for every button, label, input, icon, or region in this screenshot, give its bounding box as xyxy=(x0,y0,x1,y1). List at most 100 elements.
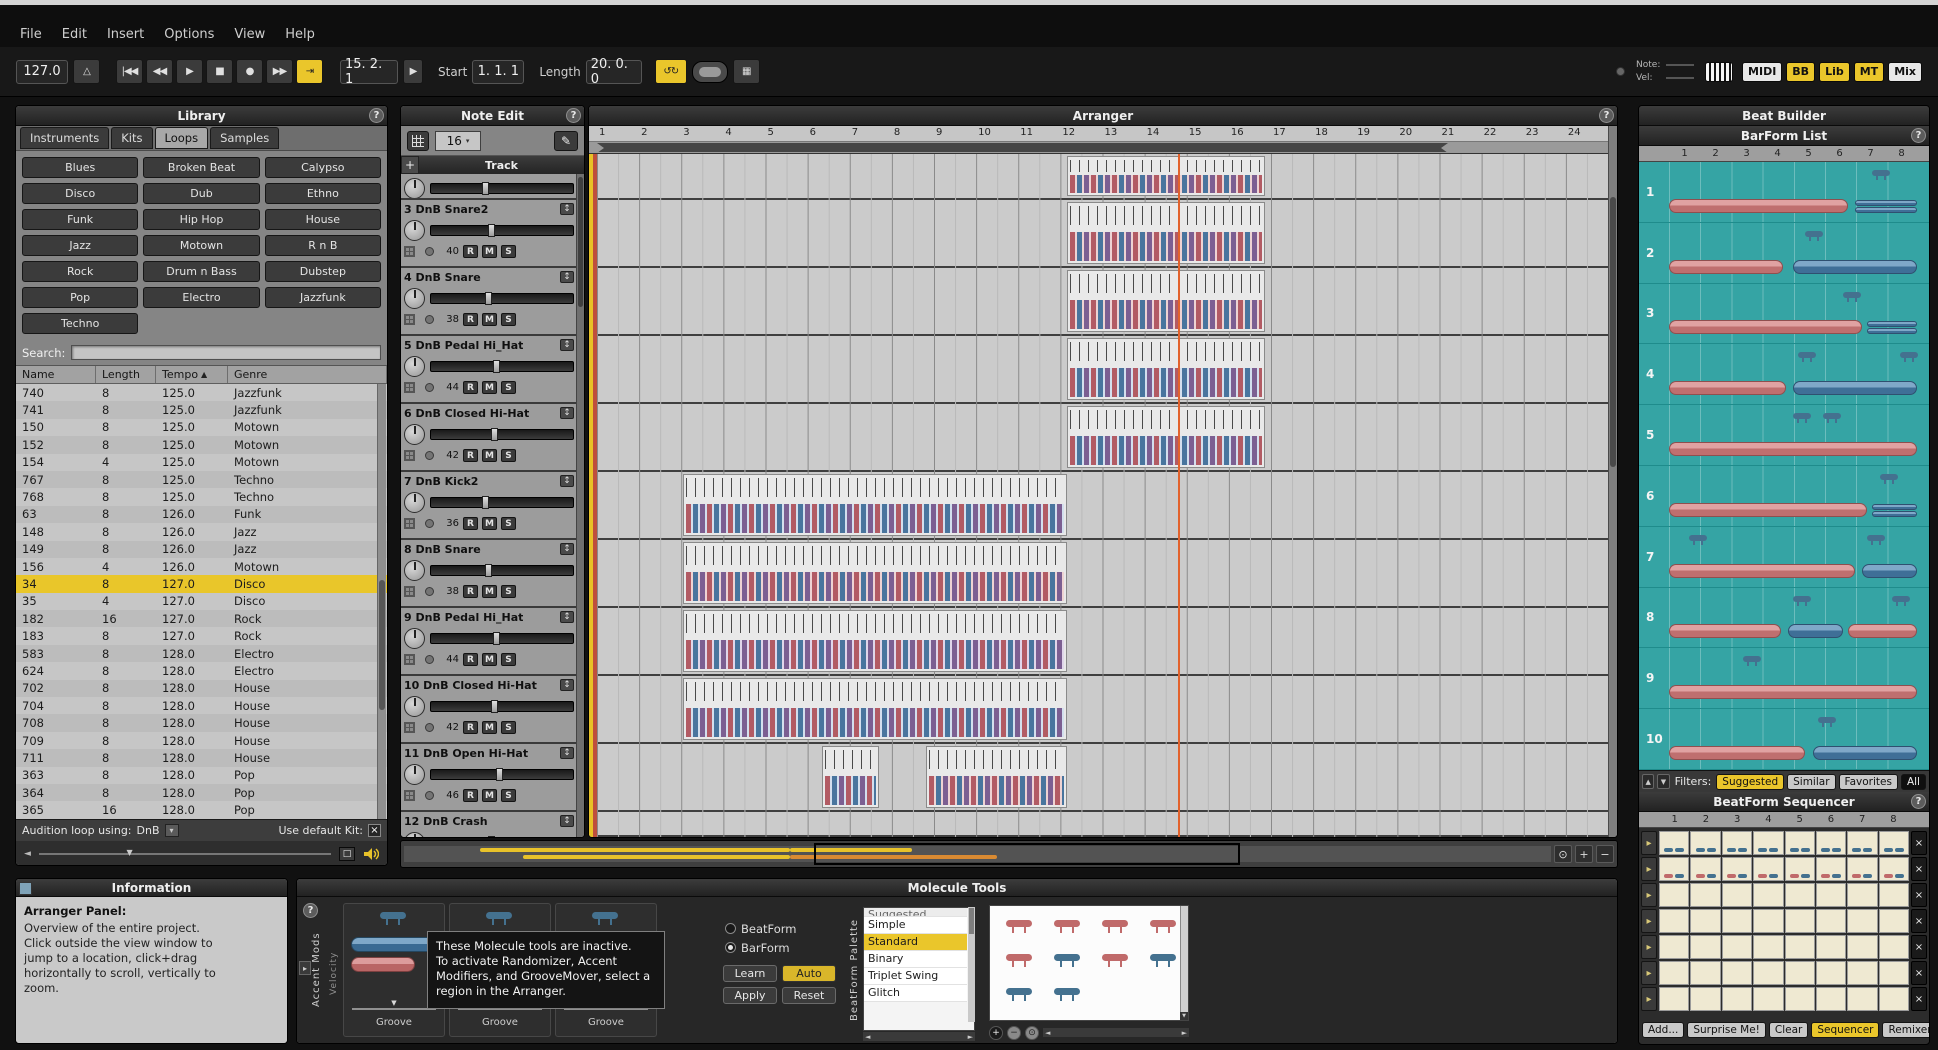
play-button[interactable]: ▶ xyxy=(176,59,203,84)
track-mute-button[interactable]: M xyxy=(482,789,497,802)
sequencer-cell[interactable] xyxy=(1753,831,1784,855)
track-output-icon[interactable]: ↕ xyxy=(560,543,574,555)
genre-calypso[interactable]: Calypso xyxy=(264,157,381,178)
length-display[interactable]: 20. 0. 0 xyxy=(585,57,642,87)
pattern-clip[interactable] xyxy=(683,474,1067,536)
sequencer-cell[interactable] xyxy=(1878,961,1909,985)
sequencer-cell[interactable] xyxy=(1721,883,1753,907)
sequencer-cell[interactable] xyxy=(1659,961,1690,985)
track-record-button[interactable]: R xyxy=(463,789,478,802)
track-volume-slider[interactable] xyxy=(430,767,574,781)
pattern-area[interactable]: ▼ xyxy=(989,905,1189,1021)
count-in-button[interactable]: ▦ xyxy=(732,59,760,84)
loop-row[interactable]: 365 16 128.0 Pop xyxy=(16,801,387,819)
button-apply[interactable]: Apply xyxy=(723,987,777,1004)
loop-row[interactable]: 34 8 127.0 Disco xyxy=(16,575,387,593)
default-kit-checkbox[interactable]: × xyxy=(368,824,381,837)
library-help-icon[interactable]: ? xyxy=(369,108,384,123)
track-solo-button[interactable]: S xyxy=(501,517,516,530)
loop-row[interactable]: 149 8 126.0 Jazz xyxy=(16,540,387,558)
loop-row[interactable]: 740 8 125.0 Jazzfunk xyxy=(16,384,387,402)
track-volume-slider[interactable] xyxy=(430,495,574,509)
sequencer-cell[interactable] xyxy=(1847,831,1878,855)
loop-row[interactable]: 363 8 128.0 Pop xyxy=(16,766,387,784)
track-record-button[interactable]: R xyxy=(463,721,478,734)
track-grid-icon[interactable] xyxy=(404,450,415,461)
sequencer-cell[interactable] xyxy=(1878,883,1909,907)
track-knob[interactable] xyxy=(404,219,425,241)
genre-disco[interactable]: Disco xyxy=(22,183,139,204)
sequencer-cell[interactable] xyxy=(1690,831,1721,855)
track-solo-button[interactable]: S xyxy=(501,653,516,666)
collapse-accent-mods-button[interactable]: ▸ xyxy=(299,961,311,975)
loop-row[interactable]: 709 8 128.0 House xyxy=(16,731,387,750)
pencil-tool-button[interactable]: ✎ xyxy=(554,130,578,151)
sequencer-cell[interactable] xyxy=(1784,961,1815,985)
track-volume-slider[interactable] xyxy=(430,181,574,195)
pattern-scroll-down-icon[interactable]: ▼ xyxy=(1180,1012,1188,1020)
button-surprise-me-[interactable]: Surprise Me! xyxy=(1687,1022,1766,1038)
sequencer-cell[interactable] xyxy=(1690,935,1721,959)
sequencer-cell[interactable] xyxy=(1784,883,1815,907)
sequencer-cell[interactable] xyxy=(1784,935,1815,959)
track-mute-button[interactable]: M xyxy=(482,721,497,734)
sequencer-row-play-button[interactable]: ▸ xyxy=(1641,831,1657,855)
fast-forward-button[interactable]: ▶▶ xyxy=(266,59,293,84)
arranger-help-icon[interactable]: ? xyxy=(1599,108,1614,123)
track-volume-slider[interactable] xyxy=(430,699,574,713)
arranger-grid[interactable] xyxy=(589,154,1608,837)
sequencer-cell[interactable] xyxy=(1847,909,1878,933)
sequencer-cell[interactable] xyxy=(1753,883,1784,907)
column-header-name[interactable]: Name xyxy=(16,366,96,383)
button-learn[interactable]: Learn xyxy=(723,965,777,982)
sequencer-cell[interactable] xyxy=(1878,831,1909,855)
sequencer-cell[interactable] xyxy=(1784,987,1815,1011)
sequencer-cell[interactable] xyxy=(1784,831,1815,855)
filter-similar[interactable]: Similar xyxy=(1787,773,1836,790)
track-grid-icon[interactable] xyxy=(404,586,415,597)
palette-scroll-left-icon[interactable]: ◄ xyxy=(865,1033,870,1041)
track-record-button[interactable]: R xyxy=(463,381,478,394)
sequencer-cell[interactable] xyxy=(1753,909,1784,933)
audition-rewind-icon[interactable]: ◄ xyxy=(24,849,31,859)
barform-row[interactable]: 4 xyxy=(1639,344,1929,406)
track-knob[interactable] xyxy=(404,627,425,649)
sequencer-cell[interactable] xyxy=(1659,831,1690,855)
rewind-button[interactable]: ◀◀ xyxy=(146,59,173,84)
track-knob[interactable] xyxy=(404,831,425,837)
tempo-display[interactable]: 127.0 xyxy=(16,59,68,84)
barform-row[interactable]: 5 xyxy=(1639,405,1929,466)
toggle-midi[interactable]: MIDI xyxy=(1742,61,1783,82)
menu-item-options[interactable]: Options xyxy=(154,24,224,45)
palette-item-binary[interactable]: Binary xyxy=(864,951,967,968)
filter-all[interactable]: All xyxy=(1900,773,1926,790)
loop-row[interactable]: 624 8 128.0 Electro xyxy=(16,662,387,680)
track-grid-icon[interactable] xyxy=(404,654,415,665)
pattern-scroll-right-icon[interactable]: ► xyxy=(1182,1029,1187,1037)
pattern-zoom-button[interactable]: ⊙ xyxy=(1025,1025,1039,1040)
tab-samples[interactable]: Samples xyxy=(210,127,280,149)
track-output-icon[interactable]: ↕ xyxy=(560,407,574,419)
sequencer-cell[interactable] xyxy=(1753,987,1784,1011)
track-output-icon[interactable]: ↕ xyxy=(560,747,574,759)
loop-row[interactable]: 741 8 125.0 Jazzfunk xyxy=(16,401,387,419)
loop-row[interactable]: 702 8 128.0 House xyxy=(16,679,387,698)
button-add-[interactable]: Add... xyxy=(1642,1022,1685,1038)
sequencer-cell[interactable] xyxy=(1721,987,1753,1011)
sequencer-cell[interactable] xyxy=(1784,909,1815,933)
track-grid-icon[interactable] xyxy=(404,518,415,529)
track-solo-button[interactable]: S xyxy=(501,721,516,734)
sequencer-cell[interactable] xyxy=(1784,857,1815,881)
sequencer-cell[interactable] xyxy=(1847,987,1878,1011)
track-solo-button[interactable]: S xyxy=(501,245,516,258)
skip-to-start-button[interactable]: |◀◀ xyxy=(116,59,143,84)
pattern-clip[interactable] xyxy=(1066,202,1265,264)
sequencer-cell[interactable] xyxy=(1659,909,1690,933)
sequencer-cell[interactable] xyxy=(1753,961,1784,985)
barform-row[interactable]: 9 xyxy=(1639,648,1929,710)
track-output-icon[interactable]: ↕ xyxy=(560,611,574,623)
loop-row[interactable]: 704 8 128.0 House xyxy=(16,697,387,715)
sequencer-cell[interactable] xyxy=(1721,909,1753,933)
track-knob[interactable] xyxy=(404,695,425,717)
track-knob[interactable] xyxy=(404,177,425,198)
